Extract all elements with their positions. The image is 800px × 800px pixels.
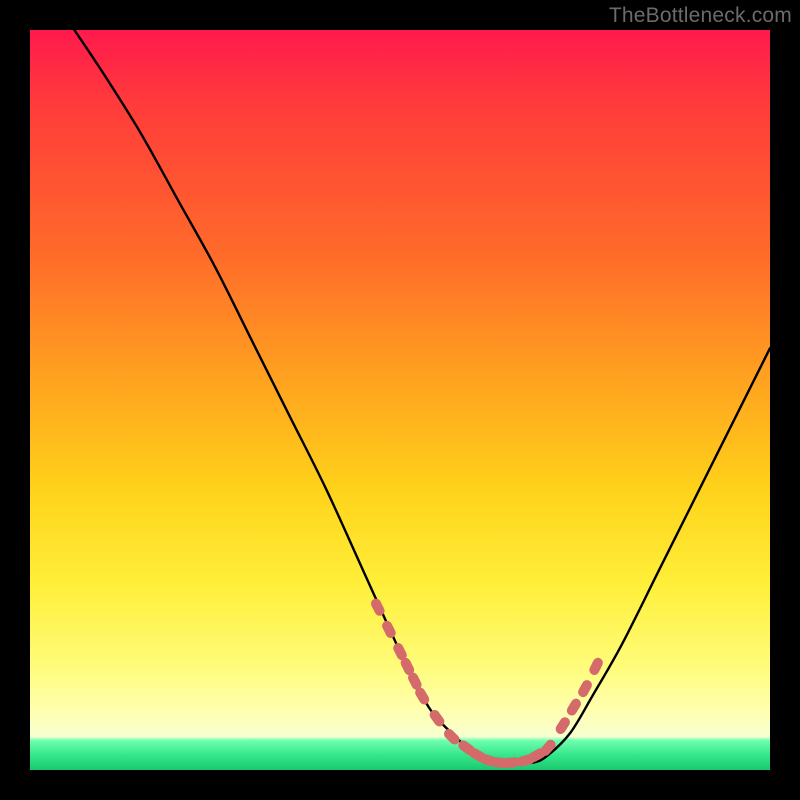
curve-marker <box>538 738 557 758</box>
curve-marker <box>479 753 499 768</box>
curve-marker <box>467 746 488 764</box>
curve-marker <box>576 678 593 699</box>
curve-marker <box>428 708 447 728</box>
curve-marker <box>406 671 423 692</box>
curve-marker <box>413 686 431 707</box>
curve-marker <box>516 753 536 768</box>
chart-frame: TheBottleneck.com <box>0 0 800 800</box>
curve-marker <box>380 619 397 640</box>
curve-marker <box>565 697 583 718</box>
marker-group <box>369 597 604 769</box>
plot-area <box>30 30 770 770</box>
bottleneck-curve-path <box>74 30 770 763</box>
curve-svg <box>30 30 770 770</box>
curve-marker <box>399 656 416 677</box>
curve-marker <box>442 727 462 747</box>
watermark-text: TheBottleneck.com <box>609 4 792 28</box>
curve-marker <box>554 715 572 736</box>
curve-marker <box>527 746 548 764</box>
curve-marker <box>369 597 386 618</box>
curve-marker <box>456 739 476 758</box>
curve-marker <box>391 641 408 662</box>
curve-marker <box>502 757 521 769</box>
curve-marker <box>490 757 509 769</box>
curve-marker <box>588 656 605 677</box>
